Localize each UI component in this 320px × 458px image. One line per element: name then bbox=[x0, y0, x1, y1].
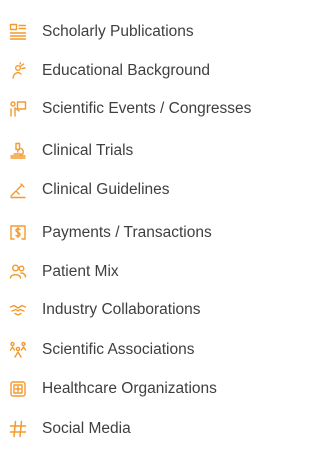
hospital-icon bbox=[8, 379, 28, 399]
menu-item-patient-mix[interactable]: Patient Mix bbox=[0, 252, 275, 292]
payments-icon bbox=[8, 223, 28, 243]
menu-item-label: Clinical Guidelines bbox=[42, 181, 170, 198]
microscope-icon bbox=[8, 141, 28, 161]
publications-icon bbox=[8, 22, 28, 42]
associations-icon bbox=[8, 340, 28, 360]
education-icon bbox=[8, 61, 28, 81]
patients-icon bbox=[8, 262, 28, 282]
menu-item-label: Industry Collaborations bbox=[42, 301, 201, 318]
menu-item-scholarly-publications[interactable]: Scholarly Publications bbox=[0, 12, 275, 52]
sidebar-menu: Scholarly Publications Educational Backg… bbox=[0, 0, 275, 458]
menu-item-payments-transactions[interactable]: Payments / Transactions bbox=[0, 213, 275, 253]
menu-item-label: Social Media bbox=[42, 420, 131, 437]
menu-item-label: Patient Mix bbox=[42, 263, 119, 280]
menu-item-scientific-events[interactable]: Scientific Events / Congresses bbox=[0, 89, 275, 129]
menu-item-scientific-associations[interactable]: Scientific Associations bbox=[0, 330, 275, 370]
menu-item-clinical-trials[interactable]: Clinical Trials bbox=[0, 131, 275, 171]
menu-item-label: Scholarly Publications bbox=[42, 23, 194, 40]
menu-item-label: Clinical Trials bbox=[42, 142, 134, 159]
menu-item-healthcare-organizations[interactable]: Healthcare Organizations bbox=[0, 369, 275, 409]
menu-item-label: Payments / Transactions bbox=[42, 224, 212, 241]
handshake-icon bbox=[8, 300, 28, 320]
menu-item-industry-collaborations[interactable]: Industry Collaborations bbox=[0, 290, 275, 330]
menu-item-label: Healthcare Organizations bbox=[42, 380, 217, 397]
menu-item-label: Scientific Events / Congresses bbox=[42, 100, 252, 117]
hash-icon bbox=[8, 419, 28, 439]
menu-item-social-media[interactable]: Social Media bbox=[0, 409, 275, 449]
menu-item-label: Educational Background bbox=[42, 62, 211, 79]
events-icon bbox=[8, 99, 28, 119]
guidelines-icon bbox=[8, 180, 28, 200]
menu-item-educational-background[interactable]: Educational Background bbox=[0, 51, 275, 91]
menu-item-clinical-guidelines[interactable]: Clinical Guidelines bbox=[0, 170, 275, 210]
menu-item-label: Scientific Associations bbox=[42, 341, 195, 358]
